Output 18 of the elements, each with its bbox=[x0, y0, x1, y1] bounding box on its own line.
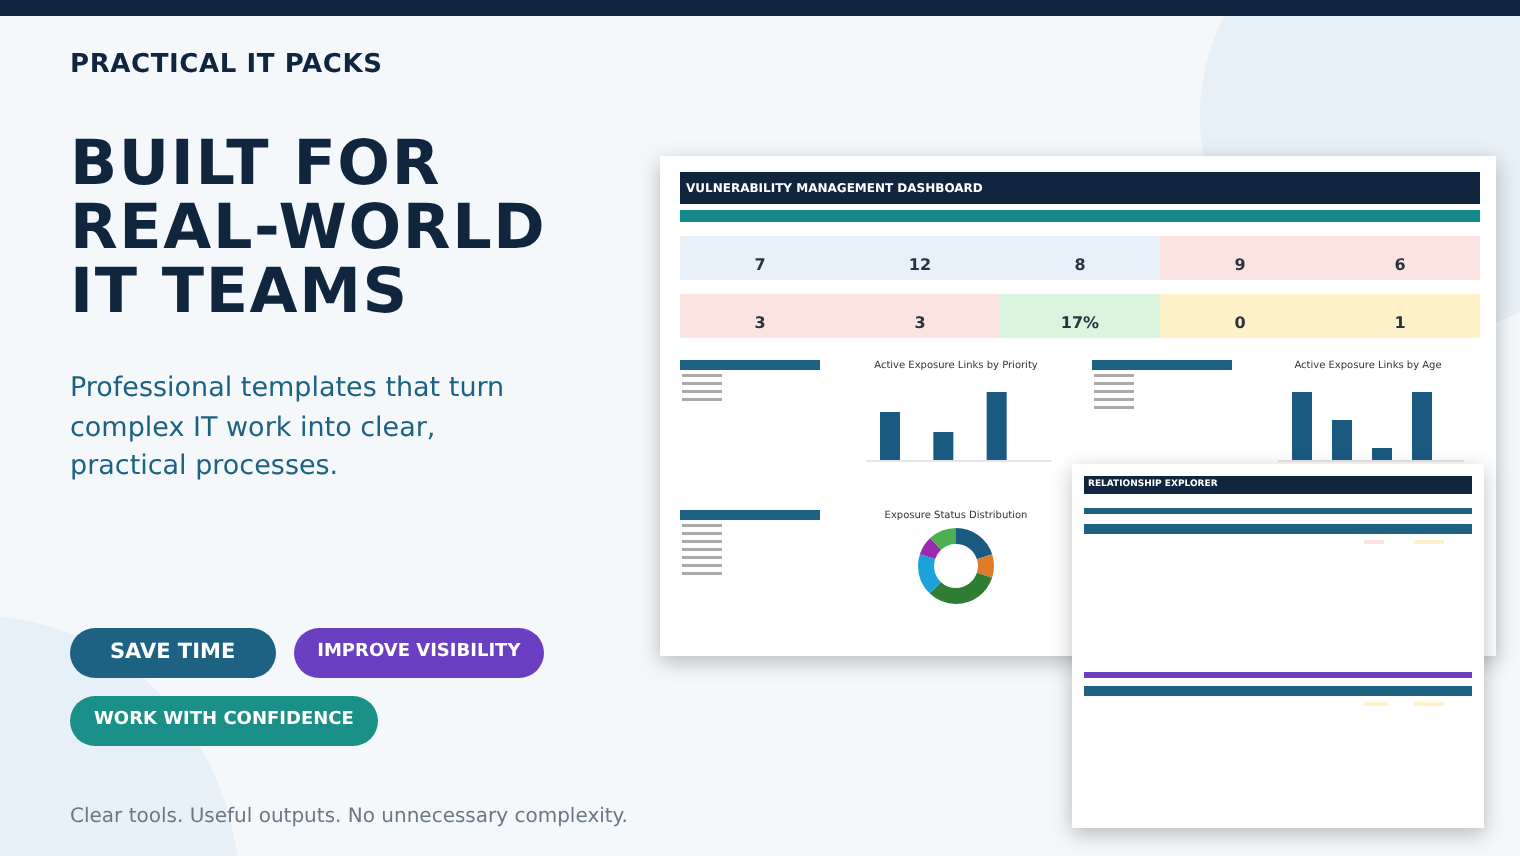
kpi-card: 6 bbox=[1320, 236, 1480, 280]
kpi-card: 1 bbox=[1320, 294, 1480, 338]
kpi-card: 3 bbox=[840, 294, 1000, 338]
kpi-card: 0 bbox=[1160, 294, 1320, 338]
tagline: Clear tools. Useful outputs. No unnecessary complexity. bbox=[70, 805, 630, 827]
kpi-card: 8 bbox=[1000, 236, 1160, 280]
feature-pill: WORK WITH CONFIDENCE bbox=[70, 695, 378, 745]
kpi-card: 3 bbox=[680, 294, 840, 338]
feature-pill: IMPROVE VISIBILITY bbox=[293, 627, 545, 677]
kpi-card: 17% bbox=[1000, 294, 1160, 338]
kpi-card: 9 bbox=[1160, 236, 1320, 280]
kpi-card: 12 bbox=[840, 236, 1000, 280]
feature-pill: SAVE TIME bbox=[70, 627, 276, 677]
brand-name: PRACTICAL IT PACKS bbox=[70, 50, 385, 80]
description: Professional templates that turn complex IT work into clear, practical processes. bbox=[70, 370, 507, 486]
donut-chart-drawing bbox=[912, 522, 1000, 610]
kpi-card: 7 bbox=[680, 236, 840, 280]
headline: BUILT FOR REAL-WORLD IT TEAMS bbox=[70, 132, 549, 324]
